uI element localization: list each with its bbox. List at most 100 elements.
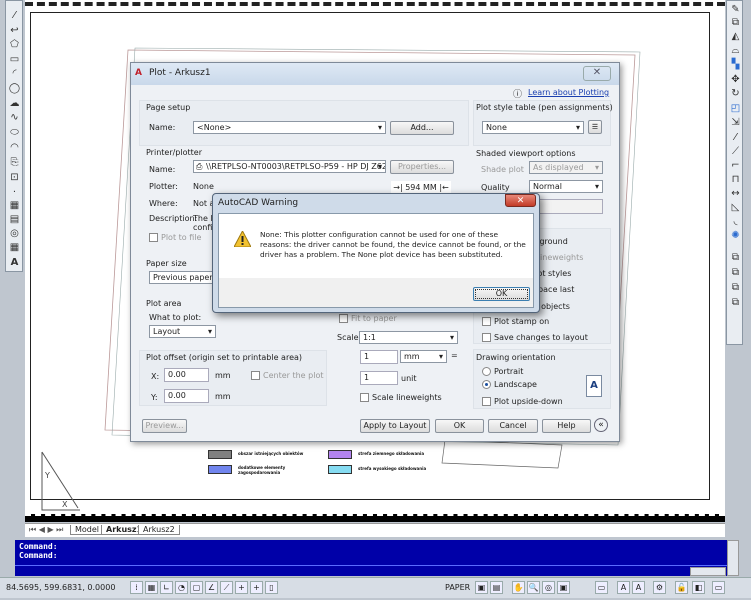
steeringwheel-icon[interactable]: ◎ (542, 581, 555, 594)
coordinates-readout[interactable]: 84.5695, 599.6831, 0.0000 (6, 583, 115, 592)
portrait-radio[interactable] (482, 367, 491, 376)
edit-plot-style-icon[interactable]: ☰ (588, 120, 602, 134)
page-setup-name-dropdown[interactable]: <None> (193, 121, 386, 134)
table-tool-icon[interactable]: ▦ (8, 241, 21, 254)
lock-icon[interactable]: 🔓 (675, 581, 688, 594)
ellipse-arc-tool-icon[interactable]: ◠ (8, 141, 21, 154)
scale-mm-input[interactable]: 1 (360, 350, 398, 364)
rotate-tool-icon[interactable]: ↻ (729, 87, 742, 100)
snap-icon[interactable]: ⁞ (130, 581, 143, 594)
grid-icon[interactable]: ▦ (145, 581, 158, 594)
quality-dropdown[interactable]: Normal (529, 180, 603, 193)
spline-tool-icon[interactable]: ∿ (8, 111, 21, 124)
tab-arkusz2[interactable]: Arkusz2 (138, 525, 180, 535)
preview-button[interactable]: Preview... (142, 419, 187, 433)
scale-unit-dropdown[interactable]: mm (400, 350, 447, 363)
maximize-viewport-icon[interactable]: ▭ (595, 581, 608, 594)
array-tool-icon[interactable]: ▚ (729, 58, 742, 71)
polyline-tool-icon[interactable]: ↩ (8, 24, 21, 37)
qp-icon[interactable]: ▯ (265, 581, 278, 594)
osnap-icon[interactable]: ▢ (190, 581, 203, 594)
move-tool-icon[interactable]: ✥ (729, 73, 742, 86)
extend-tool-icon[interactable]: ⟋ (729, 145, 742, 158)
annotation-visibility-icon[interactable]: A (632, 581, 645, 594)
draworder-back-icon[interactable]: ⧉ (729, 266, 742, 279)
rectangle-tool-icon[interactable]: ▭ (8, 53, 21, 66)
annotation-scale-icon[interactable]: A (617, 581, 630, 594)
properties-button[interactable]: Properties... (390, 160, 454, 174)
offset-x-input[interactable]: 0.00 (164, 368, 209, 382)
horizontal-scrollbar[interactable] (690, 567, 726, 576)
break-tool-icon[interactable]: ⌐ (729, 159, 742, 172)
ok-button[interactable]: OK (435, 419, 484, 433)
landscape-radio[interactable] (482, 380, 491, 389)
make-block-tool-icon[interactable]: ⊡ (8, 171, 21, 184)
dyn-icon[interactable]: + (235, 581, 248, 594)
apply-to-layout-button[interactable]: Apply to Layout (360, 419, 430, 433)
scale-dropdown[interactable]: 1:1 (359, 331, 458, 344)
polygon-tool-icon[interactable]: ⬠ (8, 38, 21, 51)
mirror-tool-icon[interactable]: ◭ (729, 30, 742, 43)
close-icon[interactable]: ✕ (583, 66, 611, 81)
ellipse-tool-icon[interactable]: ⬭ (8, 126, 21, 139)
join-tool-icon[interactable]: ↔ (729, 187, 742, 200)
otrack-icon[interactable]: ∠ (205, 581, 218, 594)
close-icon[interactable]: ✕ (505, 194, 536, 207)
pan-icon[interactable]: ✋ (512, 581, 525, 594)
chamfer-tool-icon[interactable]: ◺ (729, 201, 742, 214)
save-changes-checkbox[interactable] (482, 333, 491, 342)
learn-about-plotting-link[interactable]: Learn about Plotting (528, 88, 609, 97)
center-plot-checkbox[interactable] (251, 371, 260, 380)
offset-tool-icon[interactable]: ⌓ (729, 44, 742, 57)
offset-y-input[interactable]: 0.00 (164, 389, 209, 403)
ducs-icon[interactable]: ⟋ (220, 581, 233, 594)
what-to-plot-dropdown[interactable]: Layout (149, 325, 216, 338)
text-tool-icon[interactable]: A (8, 256, 21, 269)
warning-ok-button[interactable]: OK (473, 287, 530, 301)
region-tool-icon[interactable]: ◎ (8, 227, 21, 240)
command-input[interactable] (15, 565, 727, 576)
plot-upside-down-checkbox[interactable] (482, 397, 491, 406)
revcloud-tool-icon[interactable]: ☁ (8, 97, 21, 110)
tab-model[interactable]: Model (70, 525, 105, 535)
erase-tool-icon[interactable]: ✎ (729, 3, 742, 16)
paper-space-toggle[interactable]: PAPER (445, 583, 470, 592)
workspace-gear-icon[interactable]: ⚙ (653, 581, 666, 594)
add-page-setup-button[interactable]: Add... (390, 121, 454, 135)
circle-tool-icon[interactable]: ◯ (8, 82, 21, 95)
cancel-button[interactable]: Cancel (488, 419, 538, 433)
line-tool-icon[interactable]: ⁄ (8, 9, 21, 22)
polar-icon[interactable]: ◔ (175, 581, 188, 594)
plot-stamp-checkbox[interactable] (482, 317, 491, 326)
draworder-front-icon[interactable]: ⧉ (729, 251, 742, 264)
clean-screen-icon[interactable]: ▭ (712, 581, 725, 594)
scale-tool-icon[interactable]: ◰ (729, 102, 742, 115)
ortho-icon[interactable]: ∟ (160, 581, 173, 594)
copy-tool-icon[interactable]: ⧉ (729, 16, 742, 29)
fit-to-paper-checkbox[interactable] (339, 314, 348, 323)
fillet-tool-icon[interactable]: ◟ (729, 215, 742, 228)
command-scrollbar[interactable] (727, 540, 739, 576)
dpi-input[interactable] (529, 199, 603, 214)
scale-lineweights-checkbox[interactable] (360, 393, 369, 402)
gradient-tool-icon[interactable]: ▤ (8, 213, 21, 226)
draworder-under-icon[interactable]: ⧉ (729, 296, 742, 309)
scale-unit-input[interactable]: 1 (360, 371, 398, 385)
hatch-tool-icon[interactable]: ▦ (8, 199, 21, 212)
shade-plot-dropdown[interactable]: As displayed (529, 161, 603, 174)
quick-view-layouts-icon[interactable]: ▣ (475, 581, 488, 594)
plot-to-file-checkbox[interactable] (149, 233, 158, 242)
break-two-points-icon[interactable]: ⊓ (729, 173, 742, 186)
lineweight-icon[interactable]: + (250, 581, 263, 594)
help-button[interactable]: Help (542, 419, 591, 433)
isolate-objects-icon[interactable]: ◧ (692, 581, 705, 594)
trim-tool-icon[interactable]: ⁄ (729, 131, 742, 144)
tab-nav-arrows[interactable]: ⏮ ◀ ▶ ⏭ (29, 525, 63, 535)
explode-tool-icon[interactable]: ✺ (729, 229, 742, 242)
stretch-tool-icon[interactable]: ⇲ (729, 116, 742, 129)
printer-name-dropdown[interactable]: \\RETPLSO-NT0003\RETPLSO-P59 - HP DJ Z62… (193, 160, 386, 173)
quick-view-drawings-icon[interactable]: ▤ (490, 581, 503, 594)
plot-style-dropdown[interactable]: None (482, 121, 584, 134)
showmotion-icon[interactable]: ▣ (557, 581, 570, 594)
collapse-options-icon[interactable]: « (594, 418, 608, 432)
